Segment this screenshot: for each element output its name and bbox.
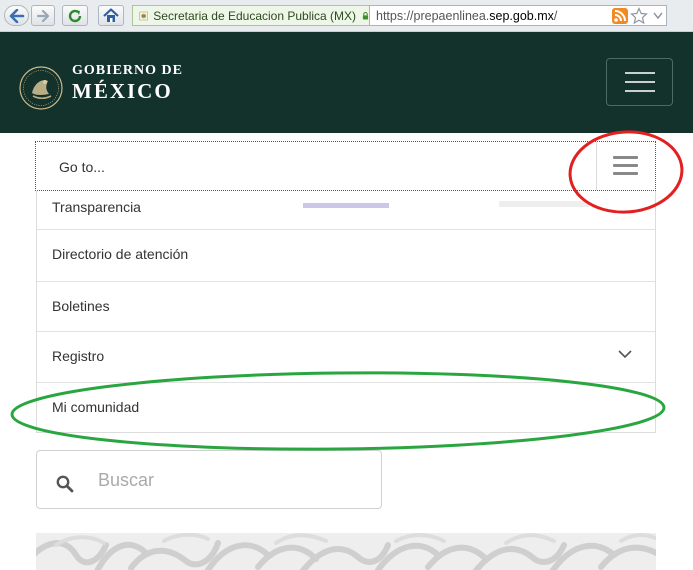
address-bar[interactable]: https://prepaenlinea. sep.gob.mx / <box>369 5 667 26</box>
site-logo[interactable]: GOBIERNO DE MÉXICO <box>72 64 183 102</box>
forward-arrow-icon <box>36 9 50 22</box>
hamburger-bar <box>625 90 655 92</box>
menu-item-label: Registro <box>52 348 105 364</box>
goto-navigation-bar[interactable]: Go to... <box>35 141 656 191</box>
national-seal-icon[interactable] <box>18 65 64 111</box>
search-placeholder: Buscar <box>98 470 155 490</box>
site-identity-label: Secretaria de Educacion Publica (MX) <box>153 8 357 23</box>
site-identity[interactable]: Secretaria de Educacion Publica (MX) <box>132 5 369 26</box>
dropdown-arrow-icon[interactable] <box>653 12 663 20</box>
url-domain: sep.gob.mx <box>489 8 554 23</box>
url-prefix: https://prepaenlinea. <box>376 8 490 23</box>
goto-label: Go to... <box>59 159 105 175</box>
forward-button[interactable] <box>31 5 55 26</box>
menu-item-boletines[interactable]: Boletines <box>37 281 655 331</box>
menu-item-transparencia[interactable]: Transparencia <box>37 191 655 230</box>
logo-line-mexico: MÉXICO <box>72 79 173 103</box>
reload-button[interactable] <box>62 5 88 26</box>
search-icon <box>56 475 74 493</box>
menu-item-mi-comunidad[interactable]: Mi comunidad <box>37 382 655 432</box>
reload-icon <box>68 9 82 22</box>
menu-item-label: Mi comunidad <box>52 399 140 415</box>
navigation-menu: Transparencia Directorio de atención Bol… <box>36 191 656 433</box>
site-favicon-icon <box>139 11 148 20</box>
menu-icon-bar <box>613 172 638 175</box>
secure-lock-icon <box>362 11 369 19</box>
back-arrow-icon <box>9 8 24 23</box>
menu-item-registro[interactable]: Registro <box>37 331 655 381</box>
home-icon <box>103 8 119 22</box>
rss-feed-icon[interactable] <box>612 8 628 24</box>
search-box[interactable]: Buscar <box>36 450 382 509</box>
menu-toggle-button[interactable] <box>596 142 657 190</box>
hamburger-bar <box>625 81 655 83</box>
main-menu-button[interactable] <box>606 58 673 106</box>
menu-icon-bar <box>613 164 638 167</box>
chevron-down-icon[interactable] <box>617 349 633 359</box>
browser-toolbar: Secretaria de Educacion Publica (MX) htt… <box>0 0 693 32</box>
url-suffix: / <box>553 8 558 23</box>
logo-line-gobierno: GOBIERNO DE <box>72 63 183 78</box>
menu-item-directorio[interactable]: Directorio de atención <box>37 230 655 280</box>
decorative-pattern-banner <box>36 533 656 570</box>
menu-item-label: Boletines <box>52 298 110 314</box>
hamburger-bar <box>625 72 655 74</box>
menu-icon-bar <box>613 156 638 159</box>
home-button[interactable] <box>98 5 124 26</box>
back-button[interactable] <box>4 5 29 26</box>
menu-item-label: Directorio de atención <box>52 246 189 262</box>
menu-item-label: Transparencia <box>52 199 141 215</box>
bookmark-star-icon[interactable] <box>630 7 648 25</box>
